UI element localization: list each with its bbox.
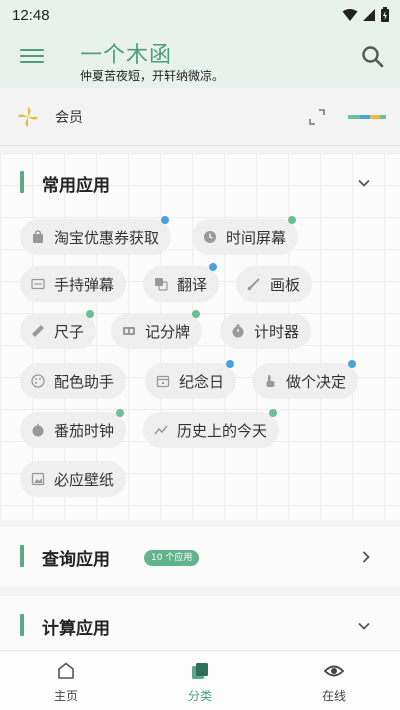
section-accent-bar [20, 545, 24, 567]
chip-label: 纪念日 [179, 372, 225, 391]
chip-label: 记分牌 [145, 322, 191, 341]
chip-label: 淘宝优惠券获取 [54, 228, 160, 247]
app-chip-drawing-board[interactable]: 画板 [236, 266, 313, 302]
category-icon [192, 663, 208, 679]
bottom-nav: 主页 分类 在线 [0, 650, 400, 710]
ruler-icon [30, 323, 46, 339]
member-label: 会员 [55, 110, 83, 126]
scoreboard-icon [121, 323, 137, 339]
app-subtitle: 仲夏苦夜短，开轩纳微凉。 [80, 69, 225, 83]
wallpaper-icon [30, 471, 46, 487]
common-apps-card: 常用应用 淘宝优惠券获取 时间屏幕 手持弹幕 翻译 画板 尺子 记分牌 计时器 … [0, 153, 400, 520]
chip-label: 时间屏幕 [226, 228, 287, 247]
home-icon [58, 662, 74, 679]
app-chip-anniversary[interactable]: 纪念日 [145, 360, 237, 399]
screen-text-icon [30, 276, 46, 292]
chevron-down-icon[interactable] [356, 618, 372, 634]
clock-icon [202, 229, 218, 245]
status-dot [161, 216, 170, 224]
eye-icon [324, 665, 344, 677]
translate-icon [153, 276, 169, 292]
app-chip-time-screen[interactable]: 时间屏幕 [192, 216, 299, 255]
status-dot [348, 360, 357, 368]
menu-button[interactable] [20, 44, 44, 68]
calendar-icon [155, 373, 171, 389]
nav-label: 主页 [53, 689, 78, 703]
status-dot [116, 409, 125, 417]
expand-icon[interactable] [308, 108, 326, 126]
chip-label: 尺子 [54, 322, 85, 341]
pinwheel-icon [18, 107, 38, 127]
app-chip-scoreboard[interactable]: 记分牌 [111, 310, 203, 349]
status-dot [209, 263, 218, 271]
app-chip-make-decision[interactable]: 做个决定 [252, 360, 359, 399]
status-dot [86, 310, 95, 318]
signal-icon [363, 9, 375, 21]
theme-color-strip [348, 115, 386, 119]
app-chip-translate[interactable]: 翻译 [143, 263, 220, 302]
nav-item-category[interactable]: 分类 [160, 651, 240, 710]
chip-label: 计时器 [254, 322, 300, 341]
chevron-down-icon[interactable] [356, 175, 372, 191]
app-header: 一个木函 仲夏苦夜短，开轩纳微凉。 [0, 30, 400, 88]
battery-icon [381, 7, 389, 22]
wifi-icon [342, 9, 358, 21]
chip-label: 番茄时钟 [54, 421, 115, 440]
member-bar[interactable]: 会员 [0, 88, 400, 146]
search-icon[interactable] [360, 44, 386, 70]
app-chip-timer[interactable]: 计时器 [220, 313, 312, 349]
tomato-icon [30, 422, 46, 438]
app-title: 一个木函 [80, 43, 173, 68]
section-accent-bar [20, 614, 24, 636]
nav-item-online[interactable]: 在线 [294, 651, 374, 710]
chip-label: 配色助手 [54, 372, 115, 391]
chip-label: 画板 [270, 275, 301, 294]
chip-label: 做个决定 [286, 372, 347, 391]
app-chip-handheld-barrage[interactable]: 手持弹幕 [20, 266, 127, 302]
chip-label: 历史上的今天 [177, 421, 268, 440]
stopwatch-icon [230, 323, 246, 339]
hand-icon [262, 373, 278, 389]
menu-icon [20, 49, 44, 51]
app-chip-taobao-coupon[interactable]: 淘宝优惠券获取 [20, 216, 172, 255]
app-chip-pomodoro[interactable]: 番茄时钟 [20, 409, 127, 448]
status-bar: 12:48 [0, 0, 400, 30]
trend-icon [153, 422, 169, 438]
status-dot [192, 310, 201, 318]
chip-label: 手持弹幕 [54, 275, 115, 294]
query-apps-card[interactable]: 查询应用 10 个应用 [0, 527, 400, 587]
query-apps-header[interactable]: 查询应用 10 个应用 [0, 527, 400, 587]
palette-icon [30, 373, 46, 389]
status-icons [342, 7, 390, 23]
chevron-right-icon[interactable] [358, 549, 374, 565]
status-dot [226, 360, 235, 368]
app-chip-color-helper[interactable]: 配色助手 [20, 363, 127, 399]
nav-item-home[interactable]: 主页 [26, 651, 106, 710]
chip-label: 必应壁纸 [54, 470, 115, 489]
calc-apps-header[interactable]: 计算应用 [0, 596, 400, 656]
section-accent-bar [20, 171, 24, 193]
status-dot [269, 409, 278, 417]
app-chip-ruler[interactable]: 尺子 [20, 310, 97, 349]
chip-label: 翻译 [177, 275, 208, 294]
app-chip-bing-wallpaper[interactable]: 必应壁纸 [20, 461, 127, 497]
calc-apps-card[interactable]: 计算应用 [0, 596, 400, 650]
app-count-badge: 10 个应用 [144, 550, 200, 566]
status-time: 12:48 [12, 6, 50, 24]
app-chip-history-today[interactable]: 历史上的今天 [143, 409, 280, 448]
bag-icon [30, 229, 46, 245]
nav-label: 在线 [321, 689, 346, 703]
brush-icon [246, 276, 262, 292]
status-dot [288, 216, 297, 224]
section-title: 常用应用 [42, 176, 110, 196]
nav-label: 分类 [187, 689, 212, 703]
section-title: 计算应用 [42, 619, 110, 639]
section-title: 查询应用 [42, 550, 110, 570]
common-apps-header[interactable]: 常用应用 [0, 153, 400, 213]
